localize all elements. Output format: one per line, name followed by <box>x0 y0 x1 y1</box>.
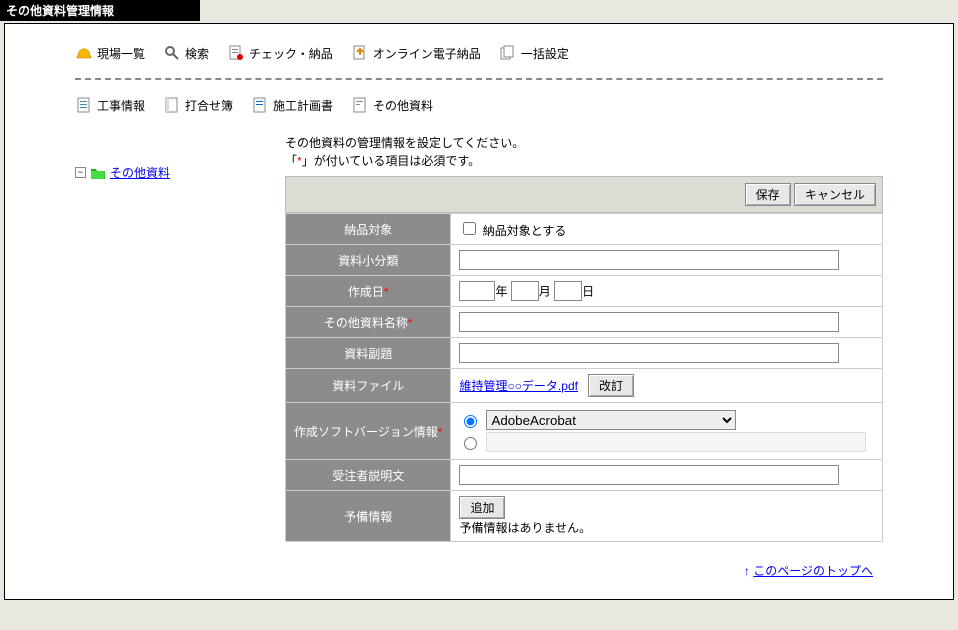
instruction-line-2: 「*」が付いている項目は必須です。 <box>285 152 883 170</box>
software-select[interactable]: AdobeAcrobat <box>486 410 736 430</box>
check-deliver-button[interactable]: チェック・納品 <box>227 44 333 62</box>
up-arrow-icon: ↑ <box>744 564 750 578</box>
clipboard-icon <box>227 44 245 62</box>
page-top-link[interactable]: このページのトップへ <box>753 564 873 578</box>
form-table: 納品対象 納品対象とする 資料小分類 作成日* <box>285 213 883 542</box>
delivery-target-checkbox[interactable] <box>463 222 476 235</box>
main-panel: 現場一覧 検索 チェック・納品 オンライン電子納品 <box>4 23 954 600</box>
delivery-target-checkbox-wrapper[interactable]: 納品対象とする <box>459 224 566 238</box>
search-button[interactable]: 検索 <box>163 44 209 62</box>
form-panel: その他資料の管理情報を設定してください。 「*」が付いている項目は必須です。 保… <box>285 134 883 542</box>
batch-settings-label: 一括設定 <box>521 45 569 62</box>
site-list-button[interactable]: 現場一覧 <box>75 44 145 62</box>
software-radio-select[interactable] <box>464 415 477 428</box>
software-other-input[interactable] <box>486 432 866 452</box>
action-bar: 保存 キャンセル <box>285 176 883 213</box>
content-area: − その他資料 その他資料の管理情報を設定してください。 「*」が付いている項目… <box>5 124 953 542</box>
construction-plan-button[interactable]: 施工計画書 <box>251 96 333 114</box>
subtitle-input[interactable] <box>459 343 839 363</box>
folder-icon <box>90 166 106 180</box>
save-button[interactable]: 保存 <box>745 183 791 206</box>
other-material-name-input[interactable] <box>459 312 839 332</box>
revise-button[interactable]: 改訂 <box>588 374 634 397</box>
delivery-target-checkbox-label: 納品対象とする <box>483 224 567 238</box>
page-top-area: ↑ このページのトップへ <box>5 542 953 579</box>
toolbar-divider <box>75 78 883 80</box>
check-deliver-label: チェック・納品 <box>249 45 333 62</box>
plan-icon <box>251 96 269 114</box>
month-suffix: 月 <box>539 285 551 299</box>
creation-date-label: 作成日* <box>286 276 451 307</box>
creation-date-cell: 年 月 日 <box>451 276 883 307</box>
upload-icon <box>351 44 369 62</box>
add-button[interactable]: 追加 <box>459 496 505 519</box>
day-suffix: 日 <box>582 285 594 299</box>
search-label: 検索 <box>185 45 209 62</box>
online-deliver-label: オンライン電子納品 <box>373 45 481 62</box>
instructions: その他資料の管理情報を設定してください。 「*」が付いている項目は必須です。 <box>285 134 883 170</box>
other-materials-button[interactable]: その他資料 <box>351 96 433 114</box>
page-icon <box>351 96 369 114</box>
instruction-line-1: その他資料の管理情報を設定してください。 <box>285 134 883 152</box>
software-version-label: 作成ソフトバージョン情報* <box>286 403 451 460</box>
online-deliver-button[interactable]: オンライン電子納品 <box>351 44 481 62</box>
year-suffix: 年 <box>495 285 507 299</box>
day-input[interactable] <box>554 281 582 301</box>
subcategory-label: 資料小分類 <box>286 245 451 276</box>
documents-icon <box>499 44 517 62</box>
construction-info-button[interactable]: 工事情報 <box>75 96 145 114</box>
tree-root-link[interactable]: その他資料 <box>110 164 170 181</box>
meeting-log-button[interactable]: 打合せ簿 <box>163 96 233 114</box>
page-title: その他資料管理情報 <box>0 0 200 21</box>
subcategory-input[interactable] <box>459 250 839 270</box>
file-label: 資料ファイル <box>286 369 451 403</box>
cancel-button[interactable]: キャンセル <box>794 183 876 206</box>
site-list-label: 現場一覧 <box>97 45 145 62</box>
magnifier-icon <box>163 44 181 62</box>
toolbar-bottom: 工事情報 打合せ簿 施工計画書 その他資料 <box>5 86 953 124</box>
subtitle-label: 資料副題 <box>286 338 451 369</box>
month-input[interactable] <box>511 281 539 301</box>
reserve-label: 予備情報 <box>286 491 451 542</box>
software-radio-other[interactable] <box>464 437 477 450</box>
construction-plan-label: 施工計画書 <box>273 97 333 114</box>
other-materials-label: その他資料 <box>373 97 433 114</box>
other-material-name-label: その他資料名称* <box>286 307 451 338</box>
tree-root-node: − その他資料 <box>75 164 255 181</box>
document-icon <box>75 96 93 114</box>
tree-panel: − その他資料 <box>75 134 255 542</box>
meeting-log-label: 打合せ簿 <box>185 97 233 114</box>
reserve-empty-text: 予備情報はありません。 <box>459 519 874 536</box>
helmet-icon <box>75 44 93 62</box>
batch-settings-button[interactable]: 一括設定 <box>499 44 569 62</box>
construction-info-label: 工事情報 <box>97 97 145 114</box>
notebook-icon <box>163 96 181 114</box>
contractor-note-input[interactable] <box>459 465 839 485</box>
toolbar-top: 現場一覧 検索 チェック・納品 オンライン電子納品 <box>5 34 953 72</box>
tree-collapse-icon[interactable]: − <box>75 167 86 178</box>
delivery-target-label: 納品対象 <box>286 214 451 245</box>
file-link[interactable]: 維持管理○○データ.pdf <box>459 379 578 393</box>
year-input[interactable] <box>459 281 495 301</box>
contractor-note-label: 受注者説明文 <box>286 460 451 491</box>
